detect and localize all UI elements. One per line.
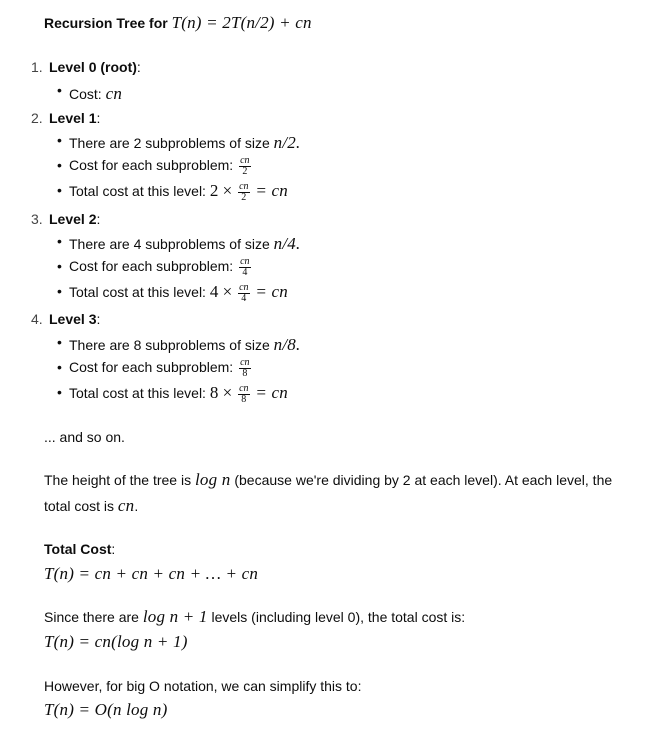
list-number: 3. [31,211,43,227]
since-math-1: log n + 1 [142,607,208,626]
title-prefix: Recursion Tree for [44,15,168,31]
list-item: Cost for each subproblem: cn 8 [69,358,253,379]
list-number: 4. [31,311,43,327]
cost-label: Cost: [69,86,102,102]
fraction: cn 2 [238,181,250,203]
list-item: Cost for each subproblem: cn 4 [69,257,253,278]
level-heading: Level 2: [49,211,100,227]
cost-formula: cn [105,84,123,103]
cost-each-label: Cost for each subproblem: [69,157,234,174]
fraction: cn 4 [238,282,250,304]
total-result: = cn [255,282,288,301]
total-cost-label: Total Cost [44,541,112,557]
fraction-denominator: 2 [241,191,247,203]
and-so-on-text: ... and so on. [44,429,125,445]
bullet-icon: • [57,82,62,98]
level-heading: Level 0 (root): [49,59,141,75]
list-item: Total cost at this level: 8 × cn 8 = cn [69,383,288,405]
total-cost-heading: Total Cost: [44,536,115,562]
bullet-icon: • [57,384,62,400]
document-page: Recursion Tree for T(n) = 2T(n/2) + cn 1… [0,0,666,733]
total-label: Total cost at this level: [69,385,206,401]
fraction: cn 8 [239,358,251,379]
since-text-2: levels (including level 0), the total co… [211,609,466,625]
bullet-icon: • [57,182,62,198]
subproblem-size: n/4. [273,234,301,253]
bullet-icon: • [57,233,62,249]
fraction-denominator: 2 [242,166,248,177]
height-text-2: (because we're dividing by 2 at each lev… [234,472,613,488]
fraction-denominator: 4 [242,267,248,278]
since-formula: T(n) = cn(log n + 1) [44,632,188,651]
level-heading-label: Level 3 [49,311,97,327]
total-result: = cn [255,383,288,402]
fraction-denominator: 4 [241,292,247,304]
list-item: There are 4 subproblems of size n/4. [69,234,300,254]
subproblems-text: There are 4 subproblems of size [69,236,270,252]
list-item: There are 8 subproblems of size n/8. [69,335,300,355]
list-item: Total cost at this level: 4 × cn 4 = cn [69,282,288,304]
level-heading-label: Level 1 [49,110,97,126]
height-text-3: total cost is [44,498,115,514]
list-item: Cost for each subproblem: cn 2 [69,156,253,177]
total-multiplier: 4 × [209,282,233,301]
bullet-icon: • [57,132,62,148]
colon: : [136,59,141,75]
level-heading: Level 1: [49,110,100,126]
total-label: Total cost at this level: [69,284,206,300]
subproblems-text: There are 8 subproblems of size [69,337,270,353]
total-cost-colon: : [111,541,116,557]
colon: : [96,211,101,227]
fraction: cn 2 [239,156,251,177]
list-number: 2. [31,110,43,126]
list-item: There are 2 subproblems of size n/2. [69,133,300,153]
fraction-denominator: 8 [242,368,248,379]
fraction: cn 8 [238,383,250,405]
list-item: Cost: cn [69,84,122,104]
level-heading-label: Level 0 (root) [49,59,137,75]
total-label: Total cost at this level: [69,183,206,199]
height-text-1: The height of the tree is [44,472,192,488]
bullet-icon: • [57,258,62,274]
total-result: = cn [255,181,288,200]
height-text-4: . [134,498,139,514]
colon: : [96,110,101,126]
since-text-1: Since there are [44,609,139,625]
since-paragraph: Since there are log n + 1 levels (includ… [44,604,465,630]
subproblem-size: n/2. [273,133,301,152]
fraction-denominator: 8 [241,393,247,405]
bullet-icon: • [57,283,62,299]
bullet-icon: • [57,157,62,173]
list-item: Total cost at this level: 2 × cn 2 = cn [69,181,288,203]
bullet-icon: • [57,359,62,375]
bigo-formula: T(n) = O(n log n) [44,700,168,719]
height-paragraph: The height of the tree is log n (because… [44,467,612,519]
height-math-1: log n [194,470,231,489]
level-heading-label: Level 2 [49,211,97,227]
total-multiplier: 8 × [209,383,233,402]
list-number: 1. [31,59,43,75]
cost-each-label: Cost for each subproblem: [69,359,234,376]
page-title: Recursion Tree for T(n) = 2T(n/2) + cn [44,13,312,33]
bullet-icon: • [57,334,62,350]
subproblems-text: There are 2 subproblems of size [69,135,270,151]
height-math-2: cn [117,496,135,515]
level-heading: Level 3: [49,311,100,327]
cost-each-label: Cost for each subproblem: [69,258,234,275]
total-multiplier: 2 × [209,181,233,200]
colon: : [96,311,101,327]
total-cost-formula: T(n) = cn + cn + cn + … + cn [44,564,259,583]
bigo-paragraph: However, for big O notation, we can simp… [44,678,362,694]
subproblem-size: n/8. [273,335,301,354]
title-formula: T(n) = 2T(n/2) + cn [171,13,312,32]
fraction: cn 4 [239,257,251,278]
